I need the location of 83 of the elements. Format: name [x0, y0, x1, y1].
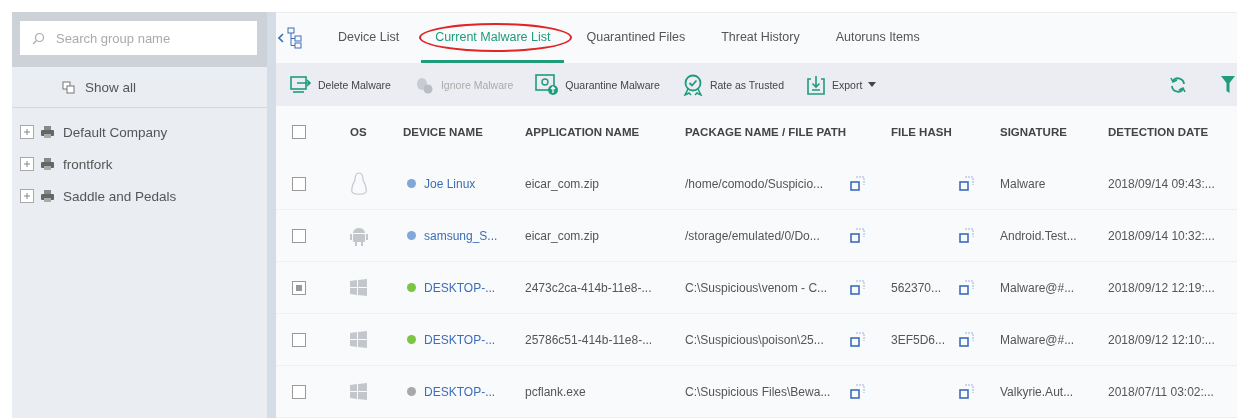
column-header[interactable]: DEVICE NAME: [403, 126, 525, 138]
row-checkbox[interactable]: [292, 176, 306, 191]
groups-icon: [62, 80, 75, 94]
search-icon: [32, 32, 45, 45]
device-link[interactable]: DESKTOP-...: [424, 384, 496, 399]
refresh-icon[interactable]: [1169, 75, 1187, 94]
table-cell: 562370...: [891, 280, 942, 295]
table-cell-text: 2473c2ca-414b-11e8-...: [525, 280, 653, 295]
search-field[interactable]: Search group name: [20, 21, 257, 55]
monitor-arrow-icon: [290, 75, 312, 94]
row-checkbox[interactable]: [292, 384, 306, 399]
toolbar-button[interactable]: Export: [806, 74, 877, 95]
copy-icon[interactable]: [959, 332, 974, 347]
table-cell-text: 2018/09/12 12:19:...: [1108, 280, 1216, 295]
table-cell: C:\Suspicious Files\Bewa...: [685, 384, 831, 399]
tab[interactable]: Device List: [324, 13, 414, 63]
table-cell-text: 25786c51-414b-11e8-...: [525, 332, 654, 347]
filter-icon[interactable]: [1221, 76, 1235, 93]
table-cell-text: Android.Test...: [1000, 228, 1078, 243]
tree-toggle-icon[interactable]: [278, 27, 304, 49]
show-all-link[interactable]: Show all: [85, 79, 137, 95]
table-cell: /home/comodo/Suspicio...: [685, 176, 824, 191]
table-cell-text: Valkyrie.Aut...: [1000, 384, 1075, 399]
android-icon: [350, 225, 368, 246]
copy-icon[interactable]: [850, 332, 865, 347]
caret-icon: [868, 82, 877, 87]
column-header[interactable]: SIGNATURE: [1000, 126, 1108, 138]
windows-icon: [350, 331, 367, 348]
printer-icon: [41, 158, 54, 170]
copy-icon[interactable]: [850, 176, 865, 191]
expand-toggle[interactable]: [20, 125, 34, 139]
row-checkbox[interactable]: [292, 228, 306, 243]
table-cell: 3EF5D6...: [891, 332, 946, 347]
copy-icon[interactable]: [959, 228, 974, 243]
shield-monitor-icon: [535, 73, 560, 96]
download-tray-icon: [806, 74, 826, 95]
table-cell: /storage/emulated/0/Do...: [685, 228, 820, 243]
printer-icon: [41, 126, 54, 138]
tab[interactable]: Threat History: [707, 13, 814, 63]
windows-icon: [350, 279, 367, 296]
copy-icon[interactable]: [850, 280, 865, 295]
printer-icon: [41, 190, 54, 202]
copy-icon[interactable]: [959, 176, 974, 191]
table-cell-text: 2018/09/14 09:43:...: [1108, 176, 1216, 191]
group-item[interactable]: frontfork: [63, 156, 113, 172]
table-cell-text: Malware@#...: [1000, 280, 1076, 295]
toolbar-button[interactable]: Quarantine Malware: [535, 73, 660, 96]
table-cell: C:\Suspicious\venom - C...: [685, 280, 828, 295]
copy-icon[interactable]: [850, 384, 865, 399]
copy-icon[interactable]: [959, 280, 974, 295]
table-cell-text: 2018/09/14 10:32:...: [1108, 228, 1216, 243]
table-cell-text: eicar_com.zip: [525, 228, 601, 243]
table-cell-text: eicar_com.zip: [525, 176, 601, 191]
table-cell-text: 2018/07/11 03:02:...: [1108, 384, 1215, 399]
tab[interactable]: Autoruns Items: [821, 13, 934, 63]
row-checkbox[interactable]: [292, 332, 306, 347]
table-cell-text: pcflank.exe: [525, 384, 587, 399]
select-all-checkbox[interactable]: [292, 125, 306, 139]
device-link[interactable]: DESKTOP-...: [424, 280, 496, 295]
device-link[interactable]: samsung_S...: [424, 228, 498, 243]
column-header[interactable]: OS: [350, 126, 403, 138]
copy-icon[interactable]: [850, 228, 865, 243]
column-header[interactable]: APPLICATION NAME: [525, 126, 685, 138]
toolbar-button[interactable]: Delete Malware: [290, 75, 391, 94]
table-cell-text: 2018/09/12 12:10:...: [1108, 332, 1216, 347]
toolbar-button[interactable]: Rate as Trusted: [681, 73, 784, 96]
expand-toggle[interactable]: [20, 189, 34, 203]
device-link[interactable]: DESKTOP-...: [424, 332, 496, 347]
group-item[interactable]: Default Company: [63, 124, 168, 140]
copy-icon[interactable]: [959, 384, 974, 399]
row-checkbox[interactable]: [292, 280, 306, 295]
windows-icon: [350, 383, 367, 400]
column-header[interactable]: PACKAGE NAME / FILE PATH: [685, 126, 891, 138]
column-header[interactable]: DETECTION DATE: [1108, 126, 1237, 138]
expand-toggle[interactable]: [20, 157, 34, 171]
group-item[interactable]: Saddle and Pedals: [63, 188, 177, 204]
device-link[interactable]: Joe Linux: [424, 176, 476, 191]
table-cell-text: Malware@#...: [1000, 332, 1076, 347]
badge-check-icon: [681, 73, 704, 96]
tab[interactable]: Quarantined Files: [572, 13, 700, 63]
column-header[interactable]: FILE HASH: [891, 126, 1000, 138]
table-cell-text: Malware: [1000, 176, 1047, 191]
table-cell: C:\Suspicious\poison\25...: [685, 332, 824, 347]
